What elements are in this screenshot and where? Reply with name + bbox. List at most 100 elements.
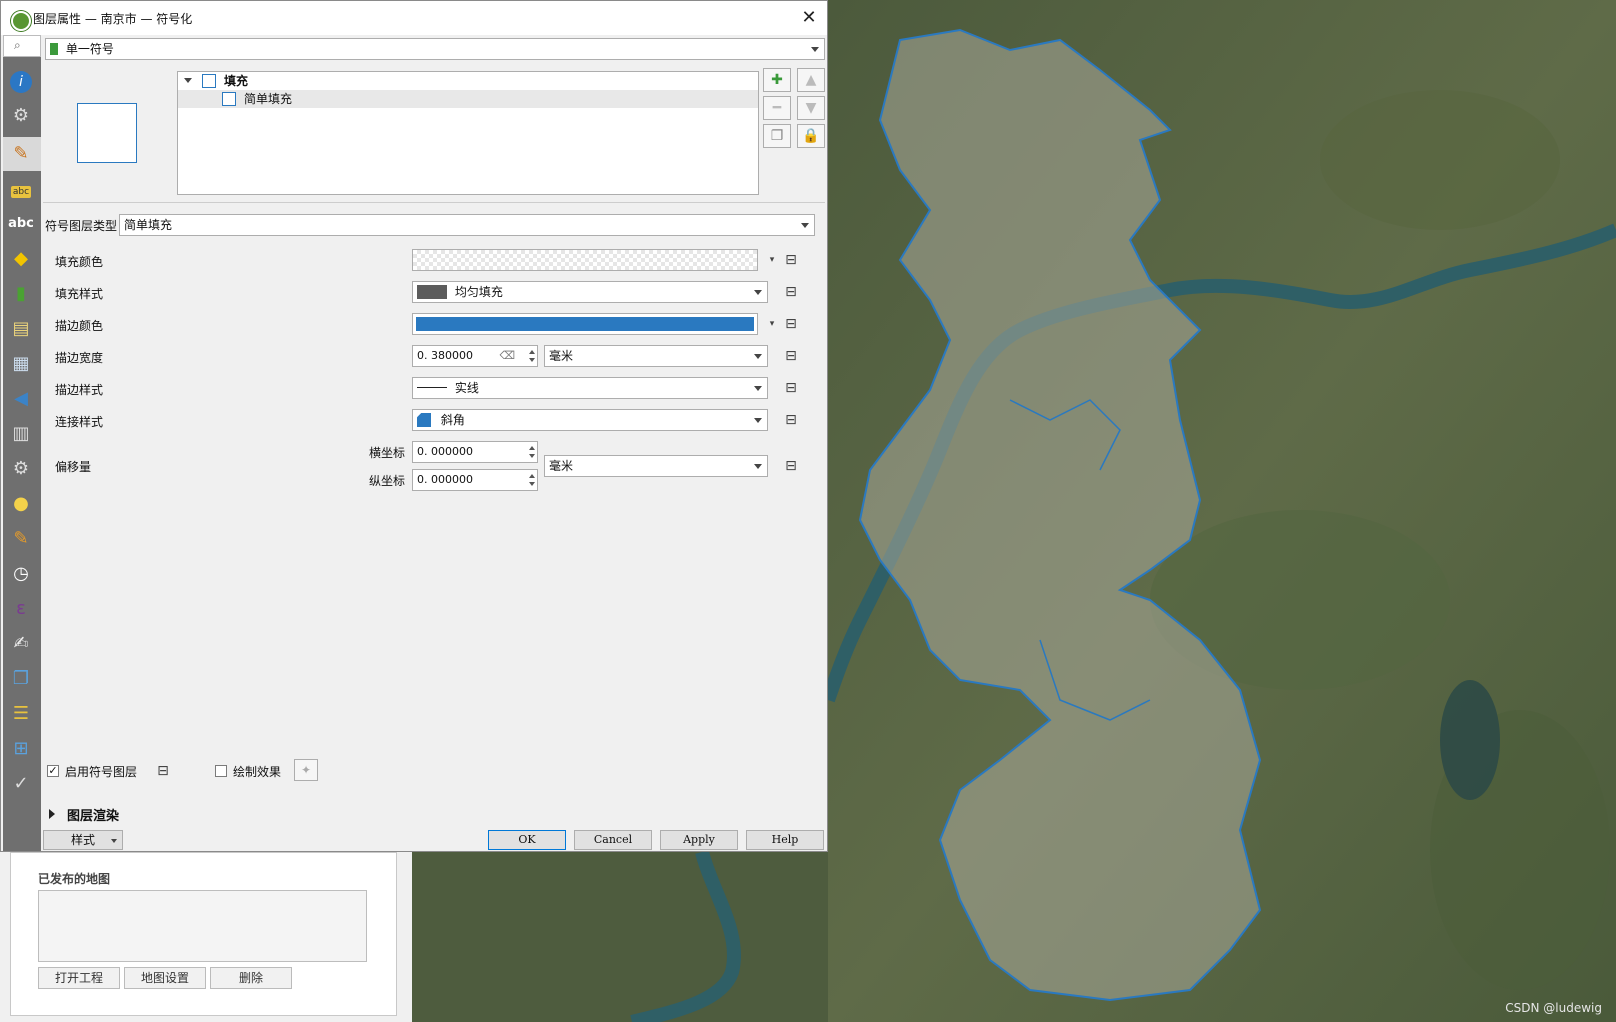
map-canvas[interactable]: CSDN @ludewig [828, 0, 1616, 1022]
renderer-select[interactable]: 单一符号 [45, 38, 825, 60]
draw-effects-checkbox[interactable] [215, 765, 227, 777]
map-canvas-lower[interactable] [412, 852, 828, 1022]
spin-down-icon[interactable] [529, 454, 535, 458]
stroke-color-swatch [416, 317, 754, 331]
spin-up-icon[interactable] [529, 474, 535, 478]
spin-up-icon[interactable] [529, 350, 535, 354]
offset-y-input[interactable]: 0. 000000 [412, 469, 538, 491]
effects-star-icon[interactable]: ✦ [294, 759, 318, 781]
tree-row-fill[interactable]: 填充 [178, 72, 758, 90]
style-menu-button[interactable]: 样式 [43, 830, 123, 850]
solid-line-icon [417, 387, 447, 388]
fill-style-select[interactable]: 均匀填充 [412, 281, 768, 303]
labels-icon[interactable]: abc [7, 175, 35, 203]
published-maps-title: 已发布的地图 [38, 872, 111, 886]
title-bar: 图层属性 — 南京市 — 符号化 ✕ [1, 1, 827, 35]
symbology-brush-icon[interactable]: ✎ [7, 140, 35, 168]
chevron-down-icon [111, 839, 117, 843]
tree-row-simple-fill[interactable]: 简单填充 [178, 90, 758, 108]
legend-icon[interactable]: ☰ [7, 700, 35, 728]
digitizing-icon[interactable]: ✓ [7, 770, 35, 798]
fill-color-button[interactable] [412, 249, 758, 271]
cancel-button[interactable]: Cancel [574, 830, 652, 850]
actions-icon[interactable]: ⚙ [7, 455, 35, 483]
delete-button[interactable]: 删除 [210, 967, 292, 989]
qgis-logo-icon [11, 11, 31, 31]
spin-down-icon[interactable] [529, 482, 535, 486]
chevron-down-icon [754, 290, 762, 295]
expand-arrow-icon[interactable] [49, 809, 55, 819]
move-up-button[interactable]: ▲ [797, 68, 825, 92]
data-defined-override-icon[interactable]: ⊟ [777, 409, 805, 431]
source-settings-icon[interactable]: ⚙ [7, 102, 35, 130]
chevron-down-icon [811, 47, 819, 52]
rendering-icon[interactable]: ✎ [7, 525, 35, 553]
simple-fill-swatch-icon [222, 92, 236, 106]
offset-label: 偏移量 [55, 460, 92, 474]
temporal-clock-icon[interactable]: ◷ [7, 560, 35, 588]
symbol-layer-tree[interactable]: 填充 简单填充 [177, 71, 759, 195]
data-defined-override-icon[interactable]: ⊟ [777, 281, 805, 303]
data-defined-override-icon[interactable]: ⊟ [777, 377, 805, 399]
masks-icon[interactable]: abc [7, 210, 35, 238]
map-settings-button[interactable]: 地图设置 [124, 967, 206, 989]
divider [43, 202, 825, 203]
data-defined-override-icon[interactable]: ⊟ [777, 345, 805, 367]
offset-unit-select[interactable]: 毫米 [544, 455, 768, 477]
layer-rendering-label[interactable]: 图层渲染 [67, 805, 119, 824]
stroke-width-input[interactable]: 0. 380000 ⌫ [412, 345, 538, 367]
attributes-form-icon[interactable]: ▦ [7, 350, 35, 378]
lake-shape [1440, 680, 1500, 800]
stroke-style-select[interactable]: 实线 [412, 377, 768, 399]
lock-icon[interactable]: 🔒 [797, 124, 825, 148]
spin-up-icon[interactable] [529, 446, 535, 450]
collapse-arrow-icon[interactable] [184, 78, 192, 83]
fill-swatch-icon [202, 74, 216, 88]
remove-layer-button[interactable]: ━ [763, 96, 791, 120]
add-layer-button[interactable]: ✚ [763, 68, 791, 92]
stroke-color-button[interactable] [412, 313, 758, 335]
info-icon[interactable]: i [7, 67, 35, 95]
duplicate-layer-button[interactable]: ❐ [763, 124, 791, 148]
stroke-style-label: 描边样式 [55, 383, 104, 397]
diagrams-icon[interactable]: ▮ [7, 280, 35, 308]
clear-icon[interactable]: ⌫ [499, 346, 515, 366]
data-defined-override-icon[interactable]: ⊟ [777, 313, 805, 335]
move-down-button[interactable]: ▼ [797, 96, 825, 120]
spin-down-icon[interactable] [529, 358, 535, 362]
join-style-select[interactable]: 斜角 [412, 409, 768, 431]
qgis-server-icon[interactable]: ⊞ [7, 735, 35, 763]
metadata-icon[interactable]: ✍ [7, 630, 35, 658]
close-icon[interactable]: ✕ [791, 1, 827, 35]
watermark-text: CSDN @ludewig [1505, 1001, 1602, 1015]
offset-x-label: 横坐标 [369, 446, 406, 460]
fill-color-label: 填充颜色 [55, 255, 104, 269]
auxiliary-storage-icon[interactable]: ▥ [7, 420, 35, 448]
search-input[interactable]: ⌕ [3, 35, 41, 57]
variables-icon[interactable]: ε [7, 595, 35, 623]
dependencies-icon[interactable]: ❐ [7, 665, 35, 693]
enable-symbol-layer-checkbox[interactable]: ✓ [47, 765, 59, 777]
help-button[interactable]: Help [746, 830, 824, 850]
offset-x-value: 0. 000000 [417, 445, 473, 458]
stroke-width-unit-select[interactable]: 毫米 [544, 345, 768, 367]
published-maps-list[interactable] [38, 890, 367, 962]
single-symbol-icon [50, 43, 58, 55]
data-defined-override-icon[interactable]: ⊟ [149, 760, 177, 782]
ok-button[interactable]: OK [488, 830, 566, 850]
search-icon: ⌕ [14, 38, 21, 52]
joins-icon[interactable]: ◀ [7, 385, 35, 413]
offset-x-input[interactable]: 0. 000000 [412, 441, 538, 463]
chevron-down-icon [754, 418, 762, 423]
offset-y-value: 0. 000000 [417, 473, 473, 486]
fields-icon[interactable]: ▤ [7, 315, 35, 343]
data-defined-override-icon[interactable]: ⊟ [777, 455, 805, 477]
data-defined-override-icon[interactable]: ⊟ [777, 249, 805, 271]
apply-button[interactable]: Apply [660, 830, 738, 850]
3d-view-icon[interactable]: ◆ [7, 245, 35, 273]
display-icon[interactable]: ● [7, 490, 35, 518]
open-project-button[interactable]: 打开工程 [38, 967, 120, 989]
symbol-layer-type-select[interactable]: 简单填充 [119, 214, 815, 236]
tree-child-label: 简单填充 [244, 92, 293, 106]
join-style-label: 连接样式 [55, 415, 104, 429]
